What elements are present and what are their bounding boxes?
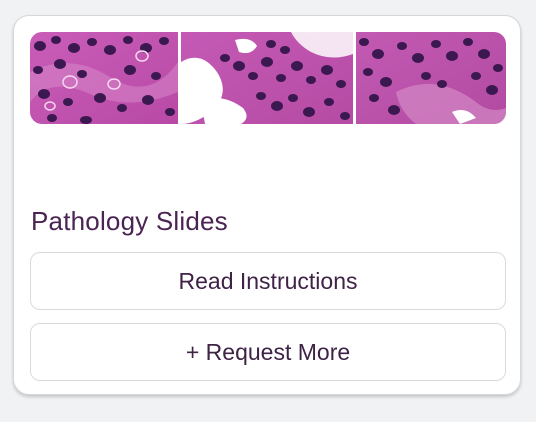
- request-more-button[interactable]: + Request More: [30, 323, 506, 381]
- slide-thumbnail-3[interactable]: [356, 32, 506, 124]
- read-instructions-button[interactable]: Read Instructions: [30, 252, 506, 310]
- slide-thumbnail-2[interactable]: [181, 32, 353, 124]
- card-title: Pathology Slides: [31, 206, 228, 236]
- slide-thumbnail-strip: [30, 32, 506, 124]
- pathology-slides-card: Pathology Slides Read Instructions + Req…: [13, 15, 521, 395]
- slide-thumbnail-1[interactable]: [30, 32, 178, 124]
